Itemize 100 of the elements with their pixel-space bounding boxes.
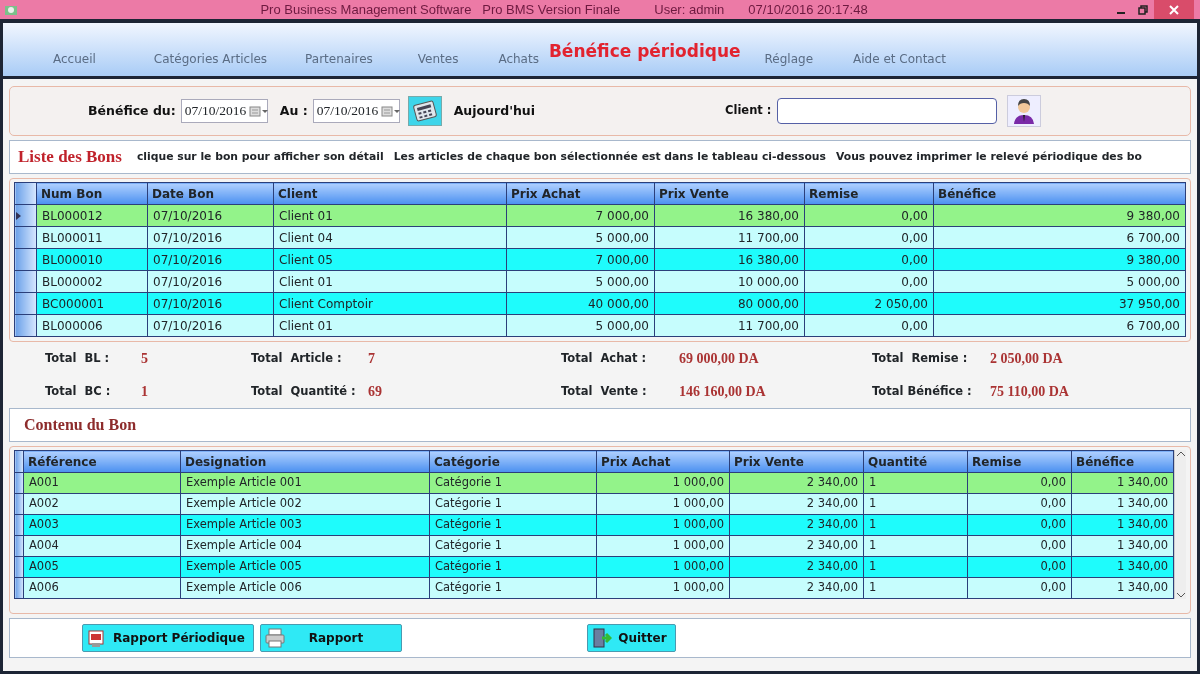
table-cell: 6 700,00 <box>933 226 1186 249</box>
info-message: Vous pouvez imprimer le relevé périodique des bo <box>836 148 1142 165</box>
client-field[interactable] <box>777 98 998 124</box>
row-header[interactable] <box>14 204 37 227</box>
user-label: User: admin <box>654 0 725 19</box>
table-cell: 5 000,00 <box>506 226 655 249</box>
to-label: Au : <box>279 101 308 120</box>
row-header[interactable] <box>14 493 24 515</box>
row-header[interactable] <box>14 226 37 249</box>
menu-tab[interactable]: Achats <box>498 50 539 68</box>
current-row-icon <box>15 211 22 221</box>
column-header[interactable]: Prix Vente <box>654 182 805 205</box>
column-header[interactable]: Remise <box>967 450 1072 473</box>
app-title: Pro Business Management Software Pro BMS Version Finale <box>260 0 621 19</box>
table-cell: 10 000,00 <box>654 270 805 293</box>
row-header[interactable] <box>14 577 24 599</box>
column-header[interactable]: Prix Vente <box>729 450 864 473</box>
section-title: Liste des Bons <box>18 146 122 169</box>
menu-tab[interactable]: Réglage <box>764 50 814 68</box>
row-header[interactable] <box>14 248 37 271</box>
table-cell: 16 380,00 <box>654 204 805 227</box>
table-cell: 9 380,00 <box>933 204 1186 227</box>
report-icon <box>87 628 107 648</box>
column-header[interactable]: Catégorie <box>429 450 597 473</box>
printer-icon <box>264 628 285 648</box>
column-header[interactable]: Remise <box>804 182 934 205</box>
table-cell: Exemple Article 006 <box>180 577 430 599</box>
table-cell: 11 700,00 <box>654 226 805 249</box>
quit-button[interactable]: Quitter <box>587 624 676 652</box>
table-cell: 37 950,00 <box>933 292 1186 315</box>
menu-tab[interactable]: Aide et Contact <box>853 50 946 68</box>
column-header[interactable]: Quantité <box>863 450 968 473</box>
scroll-down-icon[interactable] <box>1175 591 1186 599</box>
column-header[interactable]: Designation <box>180 450 430 473</box>
table-cell: Client Comptoir <box>273 292 507 315</box>
total-label: Total Remise : <box>872 349 969 367</box>
row-header[interactable] <box>14 292 37 315</box>
table-cell: 40 000,00 <box>506 292 655 315</box>
calendar-icon <box>381 105 402 117</box>
print-button[interactable]: Rapport <box>259 624 403 652</box>
total-label: Total Bénéfice : <box>872 382 973 400</box>
total-value: 1 <box>141 383 149 401</box>
total-value: 7 <box>368 350 376 368</box>
table-cell: Client 01 <box>273 314 507 337</box>
client-label: Client : <box>725 102 772 120</box>
table-cell: 7 000,00 <box>506 248 655 271</box>
table-cell: 5 000,00 <box>506 270 655 293</box>
scrollbar[interactable] <box>1174 450 1186 599</box>
total-label: Total BL : <box>45 349 111 367</box>
menu-tab[interactable]: Accueil <box>53 50 96 68</box>
table-cell: 11 700,00 <box>654 314 805 337</box>
info-message: Les articles de chaque bon sélectionnée est dans le tableau ci-dessous <box>393 148 826 165</box>
exit-door-icon <box>592 628 613 648</box>
total-label: Total Vente : <box>561 382 648 400</box>
menu-tab[interactable]: Catégories Articles <box>153 50 268 68</box>
restore-icon <box>1138 4 1148 15</box>
column-header[interactable]: Prix Achat <box>506 182 655 205</box>
menu-tab[interactable]: Ventes <box>417 50 459 68</box>
row-header[interactable] <box>14 270 37 293</box>
column-header[interactable]: Date Bon <box>147 182 274 205</box>
person-icon <box>1012 98 1037 124</box>
from-label: Bénéfice du: <box>88 101 176 120</box>
total-value: 2 050,00 DA <box>990 350 1064 368</box>
row-header[interactable] <box>14 314 37 337</box>
table-cell: 5 000,00 <box>933 270 1186 293</box>
column-header[interactable]: Bénéfice <box>933 182 1186 205</box>
table-cell: Client 01 <box>273 270 507 293</box>
close-icon <box>1169 4 1179 15</box>
datetime-label: 07/10/2016 20:17:48 <box>748 0 868 19</box>
total-label: Total Article : <box>251 349 343 367</box>
today-label: Aujourd'hui <box>453 101 536 120</box>
table-cell: Client 04 <box>273 226 507 249</box>
section-title: Contenu du Bon <box>9 408 1191 442</box>
table-cell: Exemple Article 003 <box>180 514 430 536</box>
table-cell: Exemple Article 004 <box>180 535 430 557</box>
column-header[interactable]: Référence <box>23 450 181 473</box>
table-cell: 6 700,00 <box>933 314 1186 337</box>
report-button[interactable]: Rapport Périodique <box>82 624 254 652</box>
menu-tab[interactable]: Partenaires <box>305 50 373 68</box>
row-header <box>14 450 24 473</box>
calendar-icon <box>249 105 270 117</box>
total-value: 5 <box>141 350 149 368</box>
scroll-up-icon[interactable] <box>1175 450 1186 458</box>
date-field[interactable]: 07/10/2016 <box>312 99 400 123</box>
client-search-button[interactable] <box>1007 95 1042 127</box>
calculator-button[interactable] <box>407 96 442 126</box>
row-header[interactable] <box>14 514 24 536</box>
column-header[interactable]: Bénéfice <box>1071 450 1174 473</box>
table-cell: Client 01 <box>273 204 507 227</box>
row-header[interactable] <box>14 535 24 557</box>
column-header[interactable]: Client <box>273 182 507 205</box>
table-cell: 7 000,00 <box>506 204 655 227</box>
close-button[interactable] <box>1154 0 1194 19</box>
date-field[interactable]: 07/10/2016 <box>180 99 268 123</box>
table-cell: 16 380,00 <box>654 248 805 271</box>
column-header[interactable]: Num Bon <box>36 182 148 205</box>
row-header[interactable] <box>14 472 24 494</box>
table-cell: Exemple Article 005 <box>180 556 430 578</box>
column-header[interactable]: Prix Achat <box>596 450 730 473</box>
row-header[interactable] <box>14 556 24 578</box>
